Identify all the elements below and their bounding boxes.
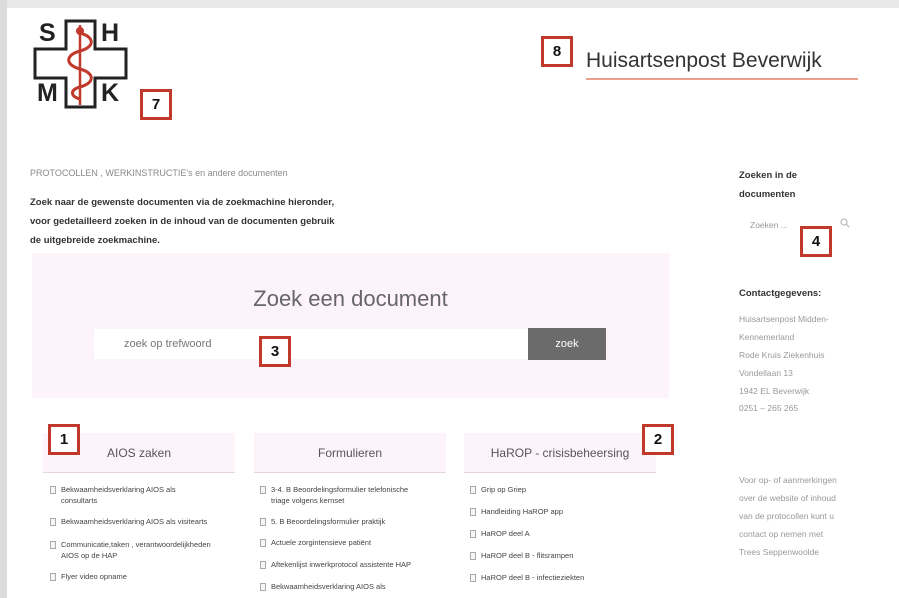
document-link[interactable]: HaROP deel A (481, 528, 530, 539)
contact-phone: 0251 – 265 265 (739, 403, 799, 413)
contact-line: Rode Kruis Ziekenhuis (739, 350, 825, 360)
document-link[interactable]: 5. B Beoordelingsformulier praktijk (271, 516, 385, 527)
intro-line: voor gedetailleerd zoeken in de inhoud v… (30, 216, 335, 227)
document-link[interactable]: Aftekenlijst inwerkprotocol assistente H… (271, 559, 411, 570)
contact-line: Vondellaan 13 (739, 368, 793, 378)
document-link-text: triage volgens kernset (271, 496, 345, 505)
site-title-underline (586, 78, 858, 80)
window-left-edge (0, 0, 7, 598)
logo-letter-h: H (101, 19, 120, 47)
document-link-text: AIOS op de HAP (61, 551, 118, 560)
annotation-marker-2: 2 (642, 424, 674, 455)
sidebar-search-heading-line: Zoeken in de (739, 170, 798, 181)
document-icon (260, 561, 266, 569)
document-link-text: 3-4. B Beoordelingsformulier telefonisch… (271, 485, 409, 494)
document-icon (50, 541, 56, 549)
search-button[interactable]: zoek (528, 328, 606, 360)
document-link-text: Bekwaamheidsverklaring AIOS als (61, 485, 176, 494)
document-search-panel: Zoek een document zoek (32, 253, 669, 398)
sidebar-search-input[interactable]: Zoeken ... (739, 214, 854, 236)
intro-line: de uitgebreide zoekmachine. (30, 235, 160, 246)
category-harop-crisisbeheersing[interactable]: HaROP - crisisbeheersing (464, 433, 656, 473)
shmk-logo[interactable]: S H M K (33, 19, 128, 109)
document-link[interactable]: Handleiding HaROP app (481, 506, 563, 517)
sidebar-search-heading-line: documenten (739, 189, 796, 200)
document-link[interactable]: HaROP deel B - flitsrampen (481, 550, 573, 561)
document-link-text: HaROP deel B - infectieziekten (481, 573, 585, 582)
note-line: van de protocollen kunt u (739, 511, 834, 521)
search-icon[interactable] (840, 218, 850, 228)
annotation-marker-8: 8 (541, 36, 573, 67)
note-line: Voor op- of aanmerkingen (739, 475, 837, 485)
window-top-edge (0, 0, 899, 8)
contact-line: 1942 EL Beverwijk (739, 386, 810, 396)
document-link[interactable]: Actuele zorgintensieve patiënt (271, 537, 371, 548)
document-link[interactable]: HaROP deel B - infectieziekten (481, 572, 584, 583)
contact-line: Kennemerland (739, 332, 795, 342)
document-link-text: Bekwaamheidsverklaring AIOS als (271, 582, 386, 591)
document-link[interactable]: Bekwaamheidsverklaring AIOS als (271, 581, 386, 592)
contact-heading: Contactgegevens: (739, 288, 822, 299)
logo-letter-k: K (101, 79, 120, 107)
document-link-text: Aftekenlijst inwerkprotocol assistente H… (271, 560, 412, 569)
document-icon (470, 574, 476, 582)
document-icon (50, 486, 56, 494)
logo-letter-m: M (37, 79, 58, 107)
keyword-search-input[interactable] (94, 329, 528, 359)
note-line: contact op nemen met (739, 529, 824, 539)
document-link-text: HaROP deel B - flitsrampen (481, 551, 574, 560)
category-formulieren[interactable]: Formulieren (254, 433, 446, 473)
document-icon (260, 518, 266, 526)
document-link[interactable]: Communicatie,taken , verantwoordelijkhed… (61, 539, 211, 561)
document-link[interactable]: Bekwaamheidsverklaring AIOS als consultar… (61, 484, 176, 506)
document-link-text: HaROP deel A (481, 529, 530, 538)
document-link-text: Flyer video opname (61, 572, 127, 581)
document-icon (470, 552, 476, 560)
note-contact-name[interactable]: Trees Seppenwoolde (739, 547, 819, 557)
logo-letter-s: S (39, 19, 56, 47)
intro-line: Zoek naar de gewenste documenten via de … (30, 197, 335, 208)
search-heading: Zoek een document (253, 286, 448, 311)
document-icon (260, 539, 266, 547)
document-link-text: Actuele zorgintensieve patiënt (271, 538, 372, 547)
document-link-text: Bekwaamheidsverklaring AIOS als visitear… (61, 517, 208, 526)
document-link-text: Grip op Griep (481, 485, 527, 494)
document-link-text: 5. B Beoordelingsformulier praktijk (271, 517, 386, 526)
document-icon (470, 486, 476, 494)
document-link[interactable]: 3-4. B Beoordelingsformulier telefonisch… (271, 484, 408, 506)
site-title[interactable]: Huisartsenpost Beverwijk (586, 49, 822, 73)
annotation-marker-1: 1 (48, 424, 80, 455)
document-link[interactable]: Bekwaamheidsverklaring AIOS als visitear… (61, 516, 207, 527)
document-link-text: consultarts (61, 496, 98, 505)
document-icon (260, 583, 266, 591)
document-icon (470, 530, 476, 538)
document-icon (470, 508, 476, 516)
document-icon (50, 573, 56, 581)
annotation-marker-7: 7 (140, 89, 172, 120)
note-line: over de website of inhoud (739, 493, 836, 503)
intro-text: Zoek naar de gewenste documenten via de … (30, 193, 380, 250)
document-link[interactable]: Flyer video opname (61, 571, 127, 582)
document-link[interactable]: Grip op Griep (481, 484, 526, 495)
annotation-marker-3: 3 (259, 336, 291, 367)
contact-line: Huisartsenpost Midden- (739, 314, 829, 324)
document-link-text: Communicatie,taken , verantwoordelijkhed… (61, 540, 211, 549)
document-link-text: Handleiding HaROP app (481, 507, 563, 516)
document-icon (260, 486, 266, 494)
sidebar-search-heading: Zoeken in de documenten (739, 166, 849, 204)
document-icon (50, 518, 56, 526)
breadcrumb: PROTOCOLLEN , WERKINSTRUCTIE's en andere… (30, 168, 288, 178)
